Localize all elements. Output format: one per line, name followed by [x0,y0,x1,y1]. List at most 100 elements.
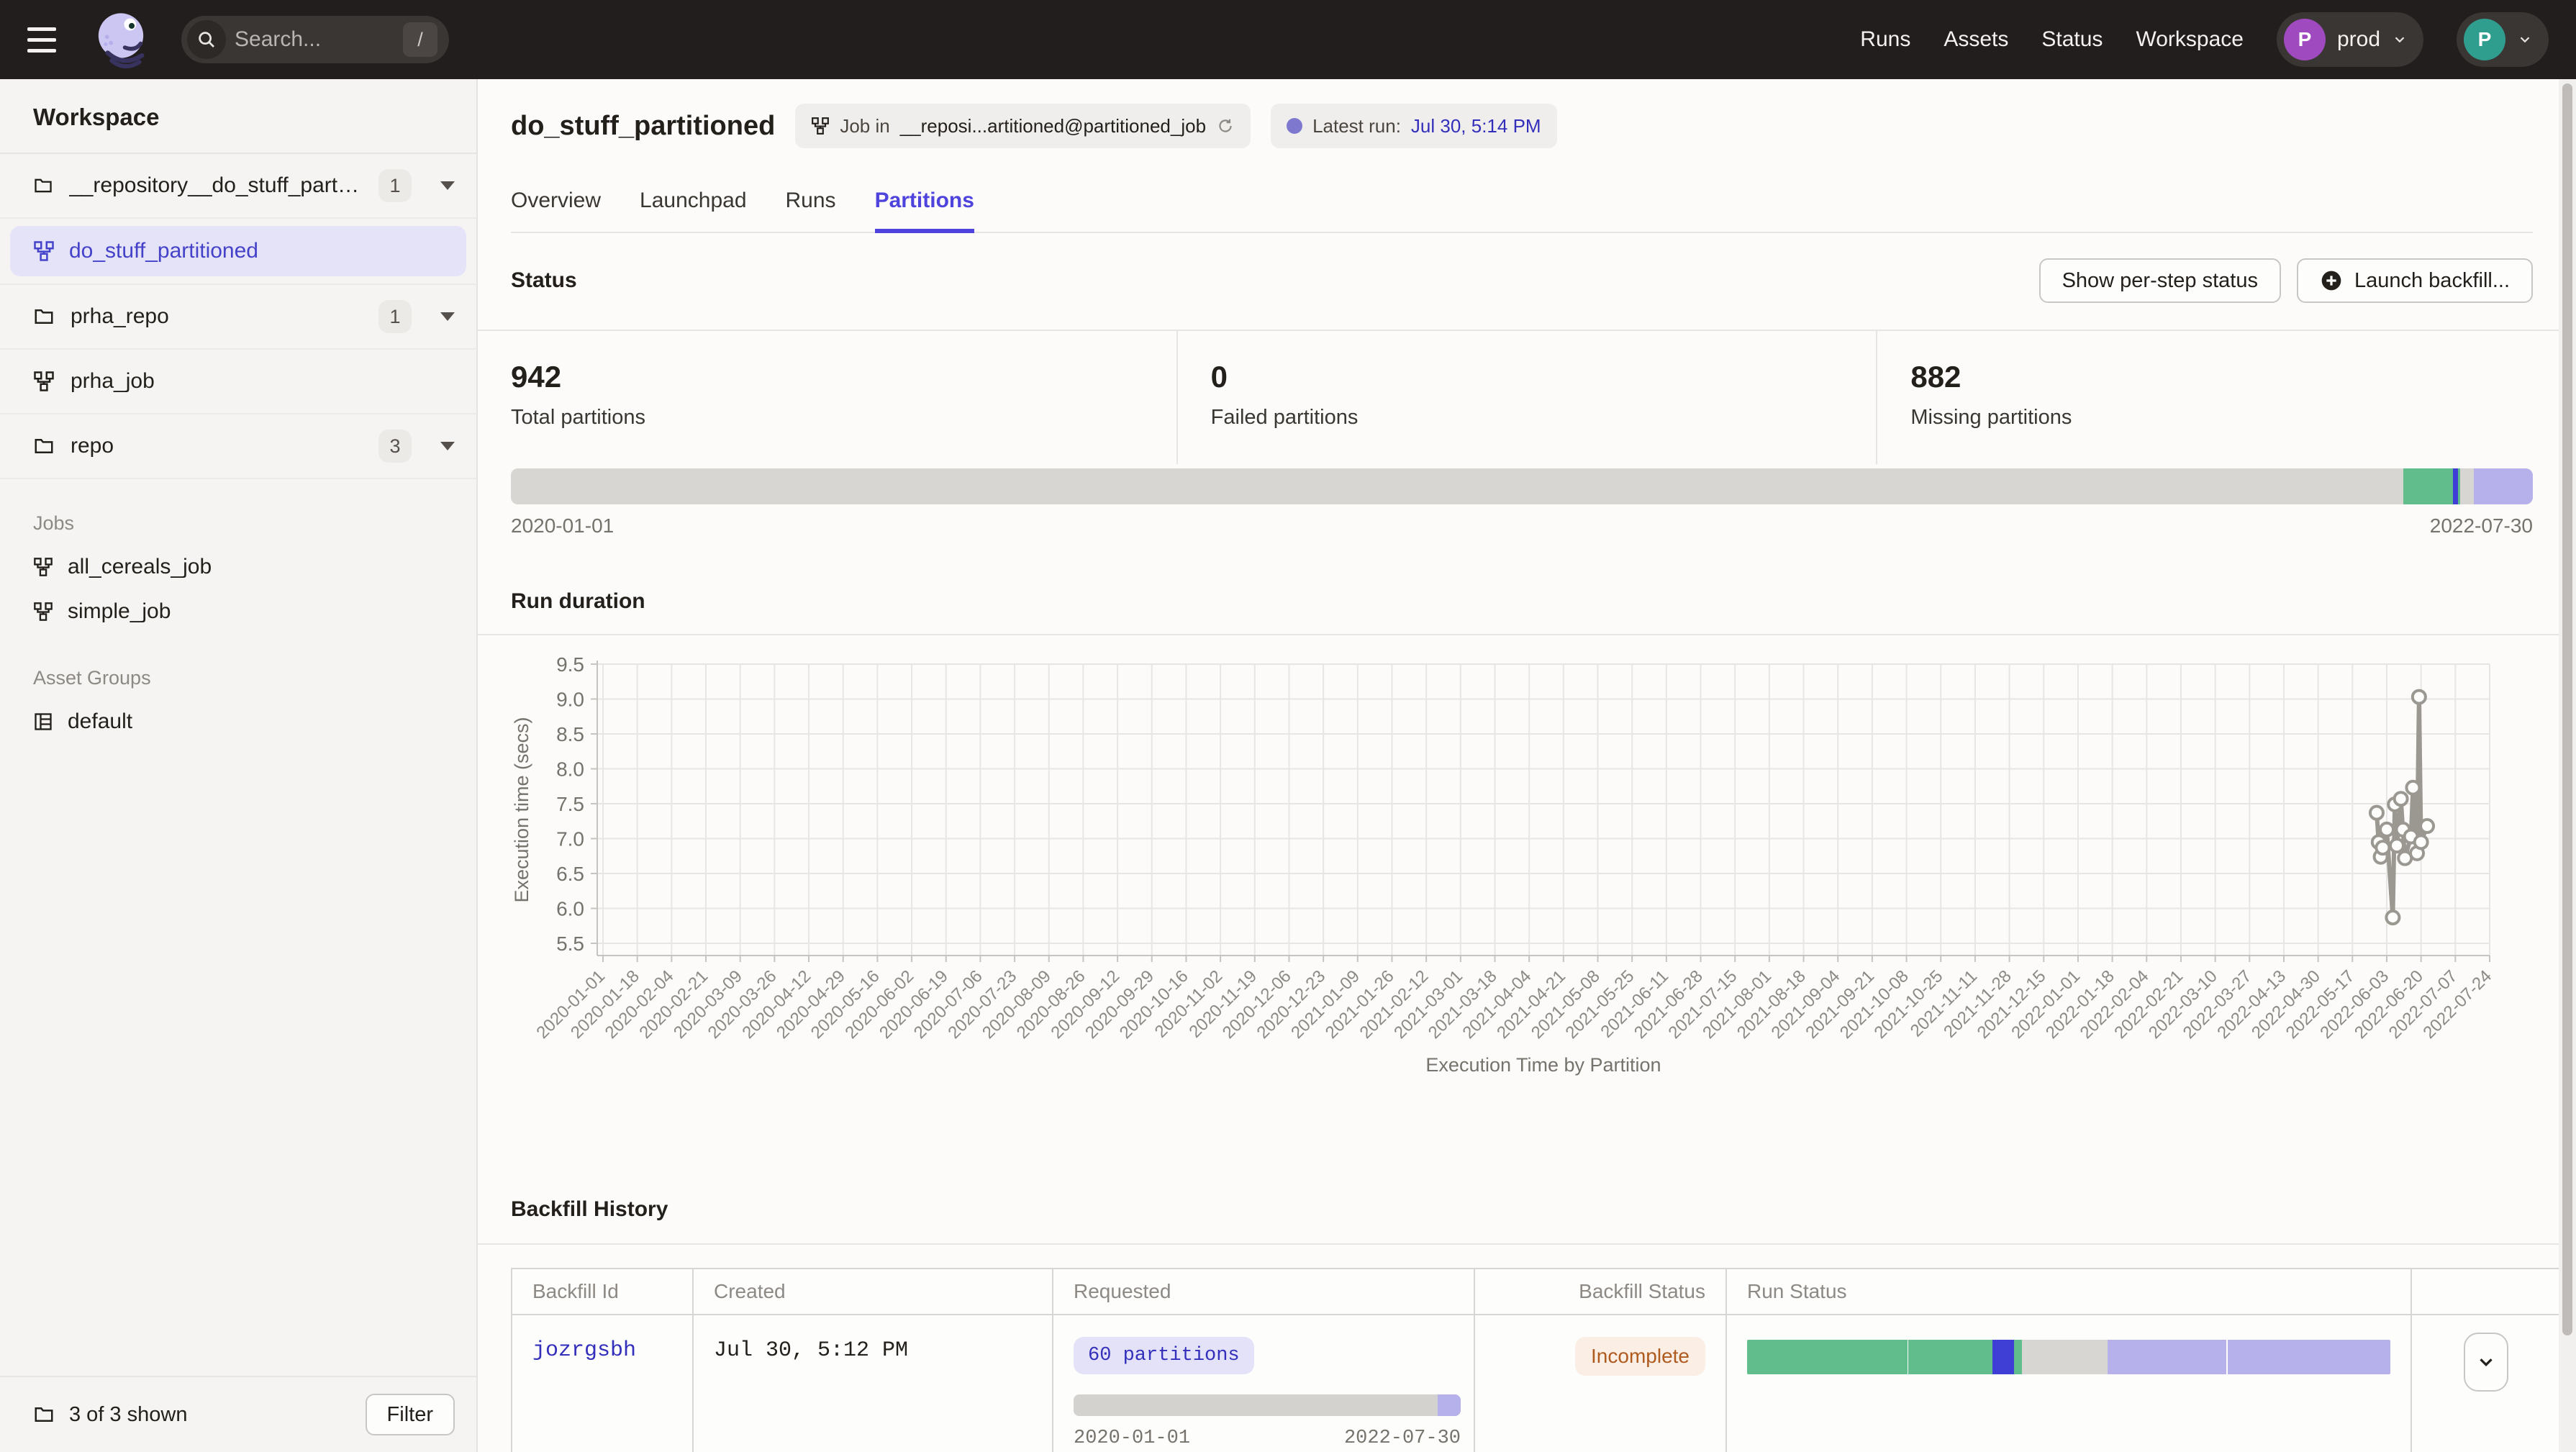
status-heading: Status [511,268,577,293]
latest-run-link[interactable]: Jul 30, 5:14 PM [1411,115,1541,137]
svg-text:Execution time (secs): Execution time (secs) [511,717,532,902]
svg-text:Execution Time by Partition: Execution Time by Partition [1425,1054,1661,1076]
tab-launchpad[interactable]: Launchpad [640,189,746,232]
tab-overview[interactable]: Overview [511,189,601,232]
user-menu[interactable]: P [2457,12,2549,67]
expand-caret-icon[interactable] [440,181,455,190]
requested-range-bar [1074,1394,1461,1416]
scrollbar-thumb[interactable] [2562,83,2572,1335]
nav-link-workspace[interactable]: Workspace [2136,27,2244,52]
repo-count-badge: 3 [378,430,412,463]
requested-range-start: 2020-01-01 [1074,1428,1190,1449]
sidebar-item-simple_job[interactable]: simple_job [0,589,476,634]
bar-segment [2014,1340,2022,1374]
expand-caret-icon[interactable] [440,442,455,450]
run-duration-heading: Run duration [511,589,2533,615]
backfill-created-time: Jul 30, 5:12 PM [714,1338,908,1363]
stat-label: Missing partitions [1910,406,2576,430]
partition-status-bar[interactable] [511,468,2533,504]
backfill-id-link[interactable]: jozrgsbh [532,1338,636,1363]
show-per-step-status-button[interactable]: Show per-step status [2039,258,2281,303]
main-content: do_stuff_partitioned Job in __reposi...a… [478,79,2576,1452]
expand-row-button[interactable] [2464,1333,2508,1392]
dagster-logo-icon[interactable] [89,8,153,71]
user-avatar: P [2464,19,2505,60]
tab-runs[interactable]: Runs [786,189,836,232]
folder-icon [33,1404,55,1425]
stat-value: 0 [1211,360,1877,394]
sidebar-item-label: default [68,709,132,734]
stat-label: Total partitions [511,406,1176,430]
sidebar-job-do_stuff_partitioned[interactable]: do_stuff_partitioned [0,219,476,285]
repo-count-summary: 3 of 3 shown [69,1403,187,1427]
sidebar-repo-__repository__do_stuff[interactable]: __repository__do_stuff_partitio... 1 [0,154,476,219]
sidebar-repo-repo[interactable]: repo 3 [0,414,476,479]
bar-segment [2460,468,2475,504]
job-icon [33,602,53,622]
svg-text:8.5: 8.5 [556,723,584,745]
folder-icon [33,435,55,457]
search-input[interactable] [235,27,394,52]
nav-link-runs[interactable]: Runs [1860,27,1910,52]
repo-label: prha_repo [71,304,169,329]
svg-text:7.5: 7.5 [556,793,584,815]
sidebar-repo-prha_repo[interactable]: prha_repo 1 [0,285,476,350]
launch-backfill-button[interactable]: Launch backfill... [2297,258,2533,303]
job-label: prha_job [71,369,155,394]
svg-text:9.0: 9.0 [556,689,584,711]
nav-link-status[interactable]: Status [2041,27,2103,52]
search-shortcut-key: / [403,22,437,57]
bar-segment [511,468,2403,504]
bar-segment [1908,1340,1992,1374]
table-header-row: Backfill Id Created Requested Backfill S… [512,1269,2561,1315]
filter-button[interactable]: Filter [366,1394,455,1435]
bar-segment [2403,468,2453,504]
deployment-switcher[interactable]: P prod [2277,12,2423,67]
bar-segment [1992,1340,2014,1374]
backfill-history-heading: Backfill History [511,1197,2533,1223]
folder-icon [33,306,55,327]
repo-count-badge: 1 [378,300,412,333]
repo-count-badge: 1 [378,169,412,202]
svg-text:6.5: 6.5 [556,863,584,885]
expand-caret-icon[interactable] [440,312,455,321]
hamburger-menu-icon[interactable] [27,18,71,61]
deployment-label: prod [2337,27,2380,52]
sidebar-item-all_cereals_job[interactable]: all_cereals_job [0,545,476,589]
nav-link-assets[interactable]: Assets [1944,27,2008,52]
latest-run-label: Latest run: [1312,115,1401,137]
chevron-down-icon [2517,32,2533,47]
jobs-section-label: Jobs [0,479,476,545]
latest-run-tag: Latest run: Jul 30, 5:14 PM [1271,104,1557,148]
partition-stats: 942 Total partitions 0 Failed partitions… [478,331,2576,464]
sidebar-footer: 3 of 3 shown Filter [0,1376,476,1452]
job-tabs: Overview Launchpad Runs Partitions [511,189,2533,233]
search-icon [187,20,226,59]
svg-text:9.5: 9.5 [556,653,584,676]
divider [478,1243,2576,1245]
run-duration-chart: 5.56.06.57.07.58.08.59.09.52020-01-01202… [478,635,2576,1104]
job-origin-link[interactable]: __reposi...artitioned@partitioned_job [900,115,1206,137]
refresh-icon[interactable] [1216,117,1235,135]
job-icon [33,557,53,577]
column-run-status: Run Status [1726,1269,2411,1315]
requested-partitions-chip[interactable]: 60 partitions [1074,1337,1254,1374]
folder-icon [33,175,53,196]
partition-range-end: 2022-07-30 [2430,514,2533,543]
asset-groups-section-label: Asset Groups [0,634,476,699]
run-status-bar[interactable] [1747,1340,2390,1374]
bar-segment [2474,468,2532,504]
page-scrollbar [2559,79,2576,1452]
sidebar-item-default-asset-group[interactable]: default [0,699,476,744]
page-title: do_stuff_partitioned [511,111,775,142]
bar-segment [2108,1340,2226,1374]
run-status-dot-icon [1287,118,1302,134]
column-requested: Requested [1053,1269,1474,1315]
sidebar-job-prha_job[interactable]: prha_job [0,350,476,414]
column-created: Created [693,1269,1053,1315]
tab-partitions[interactable]: Partitions [875,189,974,232]
stat-value: 942 [511,360,1176,394]
bar-segment [1074,1394,1438,1416]
bar-segment [1747,1340,1908,1374]
nav-links: Runs Assets Status Workspace P prod P [1860,12,2549,67]
